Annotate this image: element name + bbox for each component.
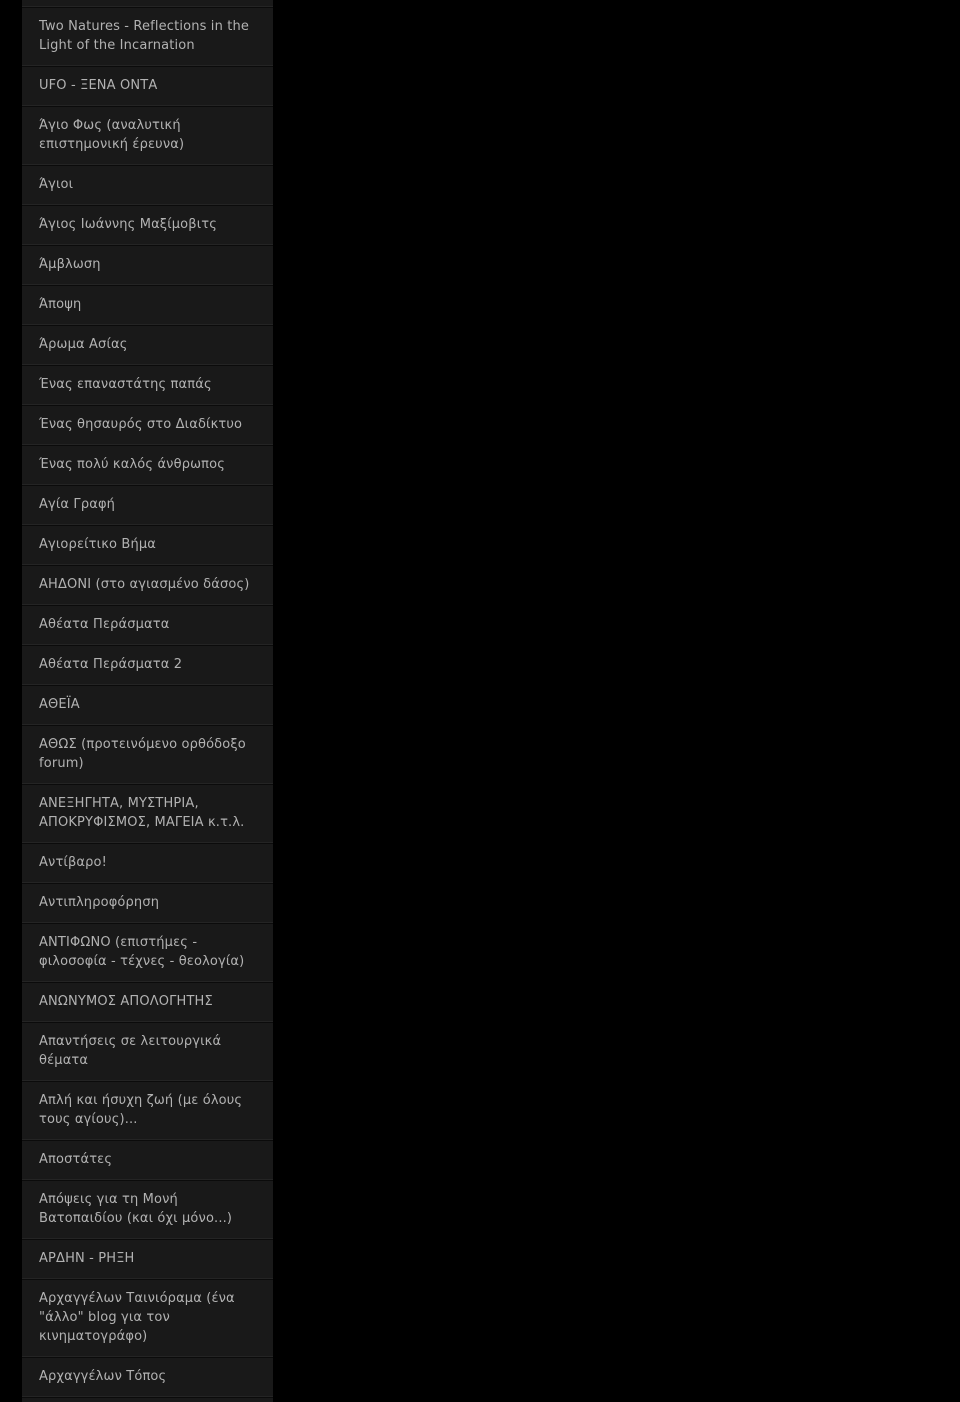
list-item-label[interactable]: Ένας πολύ καλός άνθρωπος: [39, 455, 257, 474]
list-item-label[interactable]: ΑΘΩΣ (προτεινόμενο ορθόδοξο forum): [39, 735, 257, 773]
list-item-label[interactable]: Ένας επαναστάτης παπάς: [39, 375, 257, 394]
list-item[interactable]: Αντίβαρο!: [22, 843, 273, 883]
blogroll-list: ενημέρωση) Two Natures - Reflections in t…: [22, 0, 273, 1402]
list-item[interactable]: Αρχαγγέλων Τόπος: [22, 1357, 273, 1397]
list-item[interactable]: ΑΘΕΪΑ: [22, 685, 273, 725]
list-item-label[interactable]: Άρωμα Ασίας: [39, 335, 257, 354]
list-item[interactable]: Άμβλωση: [22, 245, 273, 285]
list-item-label[interactable]: Άγιος Ιωάννης Μαξίμοβιτς: [39, 215, 257, 234]
list-item[interactable]: ΑΡΔΗΝ - ΡΗΞΗ: [22, 1239, 273, 1279]
list-item[interactable]: Αθέατα Περάσματα: [22, 605, 273, 645]
list-item-label[interactable]: Άποψη: [39, 295, 257, 314]
list-item-label[interactable]: Αρχαγγέλων Ταινιόραμα (ένα "άλλο" blog γ…: [39, 1289, 257, 1346]
list-item-label[interactable]: ΑΝΤΙΦΩΝΟ (επιστήμες - φιλοσοφία - τέχνες…: [39, 933, 257, 971]
list-item[interactable]: ΑΝΤΙΦΩΝΟ (επιστήμες - φιλοσοφία - τέχνες…: [22, 923, 273, 982]
list-item-label[interactable]: Απαντήσεις σε λειτουργικά θέματα: [39, 1032, 257, 1070]
list-item-label[interactable]: Άμβλωση: [39, 255, 257, 274]
list-item[interactable]: Two Natures - Reflections in the Light o…: [22, 7, 273, 66]
list-item[interactable]: Αρχαγγέλων Ταινιόραμα (ένα "άλλο" blog γ…: [22, 1279, 273, 1357]
list-item[interactable]: Ένας επαναστάτης παπάς: [22, 365, 273, 405]
list-item[interactable]: Άγιος Ιωάννης Μαξίμοβιτς: [22, 205, 273, 245]
list-item[interactable]: Απαντήσεις σε λειτουργικά θέματα: [22, 1022, 273, 1081]
list-item-label[interactable]: ΑΘΕΪΑ: [39, 695, 257, 714]
list-item-label[interactable]: ΑΝΩΝΥΜΟΣ ΑΠΟΛΟΓΗΤΗΣ: [39, 992, 257, 1011]
list-item-label[interactable]: Two Natures - Reflections in the Light o…: [39, 17, 257, 55]
list-item[interactable]: Απλή και ήσυχη ζωή (με όλους τους αγίους…: [22, 1081, 273, 1140]
list-item[interactable]: Απόψεις για τη Μονή Βατοπαιδίου (και όχι…: [22, 1180, 273, 1239]
list-item[interactable]: Αθέατα Περάσματα 2: [22, 645, 273, 685]
list-item-label[interactable]: Άγιοι: [39, 175, 257, 194]
list-item[interactable]: Αποστάτες: [22, 1140, 273, 1180]
list-item[interactable]: ενημέρωση): [22, 0, 273, 7]
list-item-label[interactable]: Απόψεις για τη Μονή Βατοπαιδίου (και όχι…: [39, 1190, 257, 1228]
list-item-label[interactable]: Αποστάτες: [39, 1150, 257, 1169]
blogroll-panel[interactable]: ενημέρωση) Two Natures - Reflections in t…: [22, 0, 273, 1402]
list-item-label[interactable]: Αγιορείτικο Βήμα: [39, 535, 257, 554]
list-item[interactable]: [22, 1397, 273, 1402]
list-item-label[interactable]: Αγία Γραφή: [39, 495, 257, 514]
list-item[interactable]: Άποψη: [22, 285, 273, 325]
list-item[interactable]: Αγιορείτικο Βήμα: [22, 525, 273, 565]
list-item-label[interactable]: Αντίβαρο!: [39, 853, 257, 872]
list-item-label[interactable]: Ένας θησαυρός στο Διαδίκτυο: [39, 415, 257, 434]
list-item-label[interactable]: UFO - ΞΕΝΑ ΟΝΤΑ: [39, 76, 257, 95]
list-item-label[interactable]: Αθέατα Περάσματα 2: [39, 655, 257, 674]
list-item[interactable]: Άγιοι: [22, 165, 273, 205]
list-item[interactable]: ΑΝΩΝΥΜΟΣ ΑΠΟΛΟΓΗΤΗΣ: [22, 982, 273, 1022]
list-item[interactable]: Αγία Γραφή: [22, 485, 273, 525]
list-item-label[interactable]: Αθέατα Περάσματα: [39, 615, 257, 634]
list-item[interactable]: UFO - ΞΕΝΑ ΟΝΤΑ: [22, 66, 273, 106]
list-item[interactable]: Ένας θησαυρός στο Διαδίκτυο: [22, 405, 273, 445]
list-item-label[interactable]: Άγιο Φως (αναλυτική επιστημονική έρευνα): [39, 116, 257, 154]
list-item-label[interactable]: ΑΝΕΞΗΓΗΤΑ, ΜΥΣΤΗΡΙΑ, ΑΠΟΚΡΥΦΙΣΜΟΣ, ΜΑΓΕΙ…: [39, 794, 257, 832]
list-item[interactable]: Ένας πολύ καλός άνθρωπος: [22, 445, 273, 485]
list-item-label[interactable]: ΑΡΔΗΝ - ΡΗΞΗ: [39, 1249, 257, 1268]
list-item[interactable]: Αντιπληροφόρηση: [22, 883, 273, 923]
list-item[interactable]: ΑΘΩΣ (προτεινόμενο ορθόδοξο forum): [22, 725, 273, 784]
list-item[interactable]: ΑΗΔΟΝΙ (στο αγιασμένο δάσος): [22, 565, 273, 605]
list-item-label[interactable]: ΑΗΔΟΝΙ (στο αγιασμένο δάσος): [39, 575, 257, 594]
list-item[interactable]: Άγιο Φως (αναλυτική επιστημονική έρευνα): [22, 106, 273, 165]
list-item[interactable]: Άρωμα Ασίας: [22, 325, 273, 365]
list-item[interactable]: ΑΝΕΞΗΓΗΤΑ, ΜΥΣΤΗΡΙΑ, ΑΠΟΚΡΥΦΙΣΜΟΣ, ΜΑΓΕΙ…: [22, 784, 273, 843]
page-root: ενημέρωση) Two Natures - Reflections in t…: [0, 0, 960, 1402]
list-item-label[interactable]: Απλή και ήσυχη ζωή (με όλους τους αγίους…: [39, 1091, 257, 1129]
list-item-label[interactable]: Αρχαγγέλων Τόπος: [39, 1367, 257, 1386]
list-item-label[interactable]: [22, 1398, 273, 1402]
list-item-label[interactable]: Αντιπληροφόρηση: [39, 893, 257, 912]
